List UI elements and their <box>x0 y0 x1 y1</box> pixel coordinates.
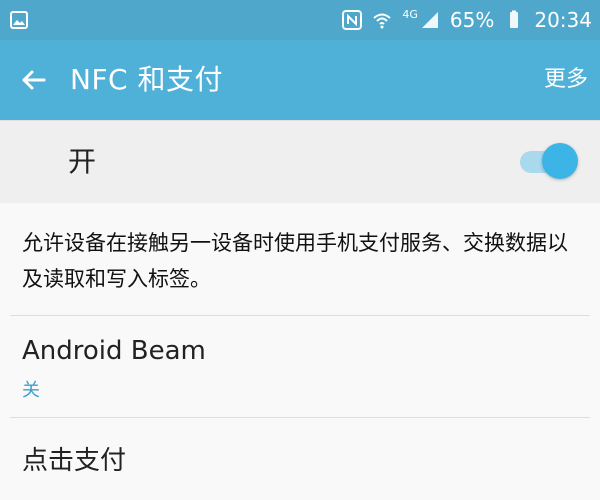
image-icon <box>10 11 28 29</box>
nfc-icon <box>342 10 363 30</box>
wifi-icon <box>373 13 392 29</box>
signal-icon <box>421 12 438 28</box>
more-button[interactable]: 更多 <box>544 40 588 120</box>
battery-icon <box>510 10 519 28</box>
android-beam-title: Android Beam <box>22 336 206 366</box>
content: 允许设备在接触另一设备时使用手机支付服务、交换数据以及读取和写入标签。 Andr… <box>0 203 600 500</box>
app-bar: NFC 和支付 更多 <box>0 40 600 120</box>
android-beam-status: 关 <box>22 380 40 401</box>
battery-percent: 65% <box>449 8 495 32</box>
nfc-switch-row[interactable]: 开 <box>0 120 600 204</box>
clock: 20:34 <box>534 8 592 32</box>
nfc-description: 允许设备在接触另一设备时使用手机支付服务、交换数据以及读取和写入标签。 <box>22 231 568 291</box>
page-title: NFC 和支付 <box>70 63 224 96</box>
network-type: 4G <box>402 7 418 21</box>
status-bar: 4G 65% 20:34 <box>0 0 600 40</box>
status-icons: 4G 65% 20:34 <box>342 0 592 40</box>
switch-label: 开 <box>68 145 97 178</box>
nfc-toggle[interactable] <box>520 143 580 181</box>
arrow-left-icon[interactable] <box>18 64 50 96</box>
tap-and-pay-item[interactable]: 点击支付 <box>0 418 600 498</box>
android-beam-item[interactable]: Android Beam 关 <box>0 316 600 416</box>
toggle-thumb <box>542 143 578 179</box>
tap-and-pay-title: 点击支付 <box>22 446 127 476</box>
